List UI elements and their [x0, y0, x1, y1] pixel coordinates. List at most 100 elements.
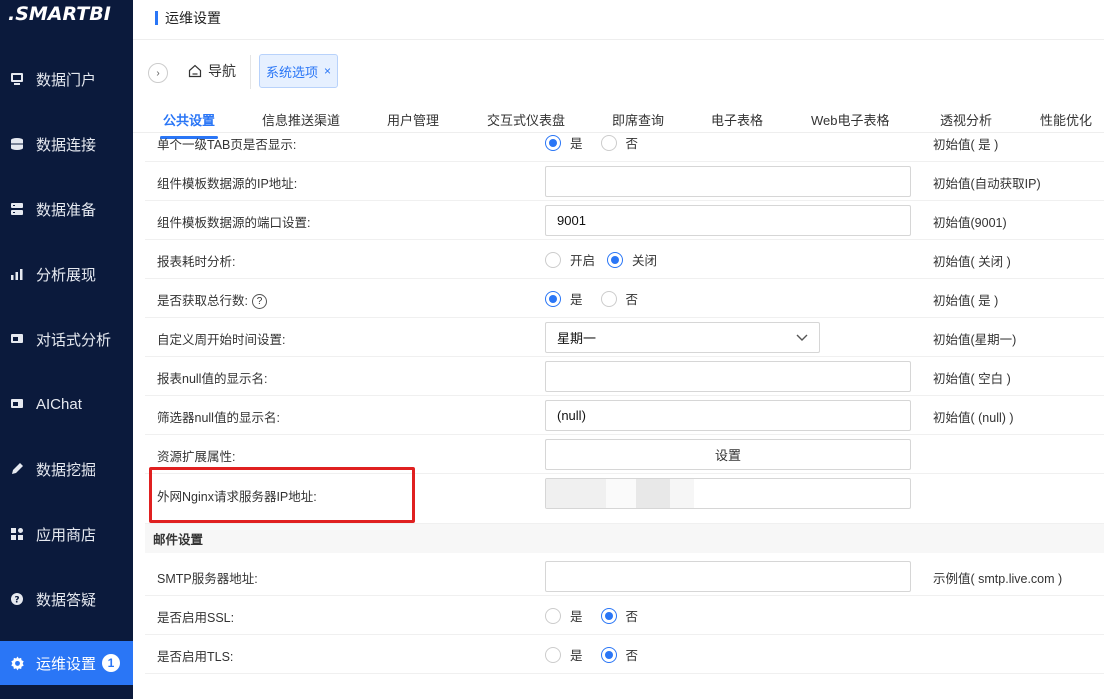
- home-icon: [188, 64, 202, 78]
- page-header: 运维设置: [133, 0, 1104, 40]
- setting-row-report-null: 报表null值的显示名: 初始值( 空白 ): [145, 357, 1104, 396]
- radio-dot: [600, 134, 617, 151]
- setting-label: 是否获取总行数:?: [157, 290, 267, 310]
- template-ip-input[interactable]: [545, 166, 911, 197]
- setting-label: 筛选器null值的显示名:: [157, 411, 280, 425]
- tab-navigation[interactable]: 导航: [188, 61, 236, 81]
- tab-system-options[interactable]: 系统选项 ×: [259, 54, 339, 88]
- radio-label: 是: [570, 610, 583, 624]
- radio-label: 开启: [570, 254, 596, 268]
- report-null-input[interactable]: [545, 361, 911, 392]
- setting-label: 组件模板数据源的端口设置:: [157, 216, 311, 230]
- control-wrap: 设置: [545, 439, 911, 470]
- initial-value: 初始值( 是 ): [933, 294, 999, 308]
- sidebar-item-aichat[interactable]: AIChat: [0, 382, 133, 426]
- subtab-pivot[interactable]: 透视分析: [940, 110, 992, 129]
- sidebar-item-label: AIChat: [36, 395, 82, 413]
- server-icon: [9, 201, 25, 217]
- sidebar-item-label: 分析展现: [36, 266, 97, 284]
- control-wrap: [545, 166, 911, 197]
- radio-dot: [545, 251, 561, 268]
- settings-panel: 单个一级TAB页是否显示: 是 否 初始值( 是 ) 组件模板数据源的IP地址:…: [145, 133, 1104, 699]
- sidebar-item-data-qa[interactable]: ? 数据答疑: [0, 577, 133, 621]
- help-icon[interactable]: ?: [251, 294, 267, 310]
- setting-label: SMTP服务器地址:: [157, 572, 258, 586]
- tab-row: › 导航 系统选项 ×: [133, 41, 1104, 101]
- radio-yes[interactable]: 是: [545, 606, 583, 625]
- setting-row-total-rows: 是否获取总行数:? 是 否 初始值( 是 ): [145, 279, 1104, 318]
- radio-no[interactable]: 否: [600, 289, 638, 308]
- pen-icon: [9, 461, 25, 477]
- radio-group: 是 否: [545, 600, 911, 631]
- setting-row-ssl: 是否启用SSL: 是 否: [145, 596, 1104, 635]
- page-title: 运维设置: [165, 10, 221, 26]
- control-wrap: (null): [545, 400, 911, 431]
- sidebar-item-data-prep[interactable]: 数据准备: [0, 187, 133, 231]
- radio-dot: [600, 290, 617, 307]
- radio-no[interactable]: 否: [600, 645, 638, 664]
- radio-label: 是: [570, 649, 583, 663]
- example-value: 示例值( smtp.live.com ): [933, 572, 1063, 586]
- sidebar-item-data-mining[interactable]: 数据挖掘: [0, 447, 133, 491]
- initial-value: 初始值( 关闭 ): [933, 255, 1011, 269]
- sidebar-item-ops-settings[interactable]: 运维设置 1: [0, 641, 133, 685]
- nginx-ip-input[interactable]: [545, 478, 911, 509]
- sidebar-item-analysis[interactable]: 分析展现: [0, 252, 133, 296]
- initial-value: 初始值( (null) ): [933, 411, 1014, 425]
- setting-row-nginx-ip: 外网Nginx请求服务器IP地址:: [145, 474, 1104, 524]
- tab-navigation-label: 导航: [208, 63, 236, 79]
- subtab-spreadsheet[interactable]: 电子表格: [711, 110, 763, 129]
- sidebar-item-app-store[interactable]: 应用商店: [0, 512, 133, 556]
- filter-null-input[interactable]: (null): [545, 400, 911, 431]
- sidebar-item-conversation[interactable]: 对话式分析: [0, 317, 133, 361]
- chat-icon: [9, 331, 25, 347]
- sidebar-item-data-portal[interactable]: 数据门户: [0, 57, 133, 101]
- smtp-server-input[interactable]: [545, 561, 911, 592]
- control-wrap: 星期一: [545, 322, 911, 353]
- setting-row-smtp: SMTP服务器地址: 示例值( smtp.live.com ): [145, 557, 1104, 596]
- subtab-web-spreadsheet[interactable]: Web电子表格: [811, 110, 890, 129]
- sidebar-item-label: 对话式分析: [36, 331, 112, 349]
- setting-row-tab-display: 单个一级TAB页是否显示: 是 否 初始值( 是 ): [145, 133, 1104, 162]
- radio-yes[interactable]: 是: [545, 289, 583, 308]
- subtab-adhoc-query[interactable]: 即席查询: [612, 110, 664, 129]
- control-wrap: [545, 561, 911, 592]
- sidebar-item-data-connection[interactable]: 数据连接: [0, 122, 133, 166]
- radio-dot: [607, 251, 624, 268]
- control-wrap: 9001: [545, 205, 911, 236]
- sidebar-item-label: 应用商店: [36, 526, 97, 544]
- svg-text:?: ?: [14, 596, 19, 606]
- radio-label: 否: [625, 137, 639, 151]
- radio-no[interactable]: 否: [600, 606, 638, 625]
- setting-row-template-ip: 组件模板数据源的IP地址: 初始值(自动获取IP): [145, 162, 1104, 201]
- subtab-user-mgmt[interactable]: 用户管理: [387, 110, 439, 129]
- subtab-public-settings[interactable]: 公共设置: [159, 110, 219, 139]
- radio-dot: [545, 290, 561, 307]
- setting-label: 外网Nginx请求服务器IP地址:: [157, 490, 317, 504]
- template-port-input[interactable]: 9001: [545, 205, 911, 236]
- setting-label: 是否启用SSL:: [157, 611, 235, 625]
- subtab-performance[interactable]: 性能优化: [1040, 110, 1092, 129]
- setting-row-filter-null: 筛选器null值的显示名: (null) 初始值( (null) ): [145, 396, 1104, 435]
- subtab-dashboard[interactable]: 交互式仪表盘: [487, 110, 565, 129]
- resource-ext-settings-button[interactable]: 设置: [545, 439, 911, 470]
- gear-icon: [9, 655, 25, 671]
- radio-yes[interactable]: 是: [545, 645, 583, 664]
- sub-tab-bar: 公共设置 信息推送渠道 用户管理 交互式仪表盘 即席查询 电子表格 Web电子表…: [133, 101, 1104, 139]
- database-icon: [9, 136, 25, 152]
- radio-on[interactable]: 开启: [545, 250, 595, 269]
- setting-label: 自定义周开始时间设置:: [157, 333, 286, 347]
- radio-dot: [545, 607, 561, 624]
- monitor-icon: [9, 71, 25, 87]
- tab-divider: [250, 55, 251, 89]
- sidebar-item-label: 数据连接: [36, 136, 97, 154]
- app-store-icon: [9, 526, 25, 542]
- radio-no[interactable]: 否: [600, 133, 639, 152]
- subtab-push-channel[interactable]: 信息推送渠道: [262, 110, 340, 129]
- radio-off[interactable]: 关闭: [607, 250, 657, 269]
- radio-yes[interactable]: 是: [545, 133, 583, 152]
- week-start-select[interactable]: 星期一: [545, 322, 820, 353]
- tab-system-options-label: 系统选项: [266, 64, 319, 80]
- expand-sidebar-button[interactable]: ›: [148, 63, 168, 83]
- close-icon[interactable]: ×: [324, 64, 331, 78]
